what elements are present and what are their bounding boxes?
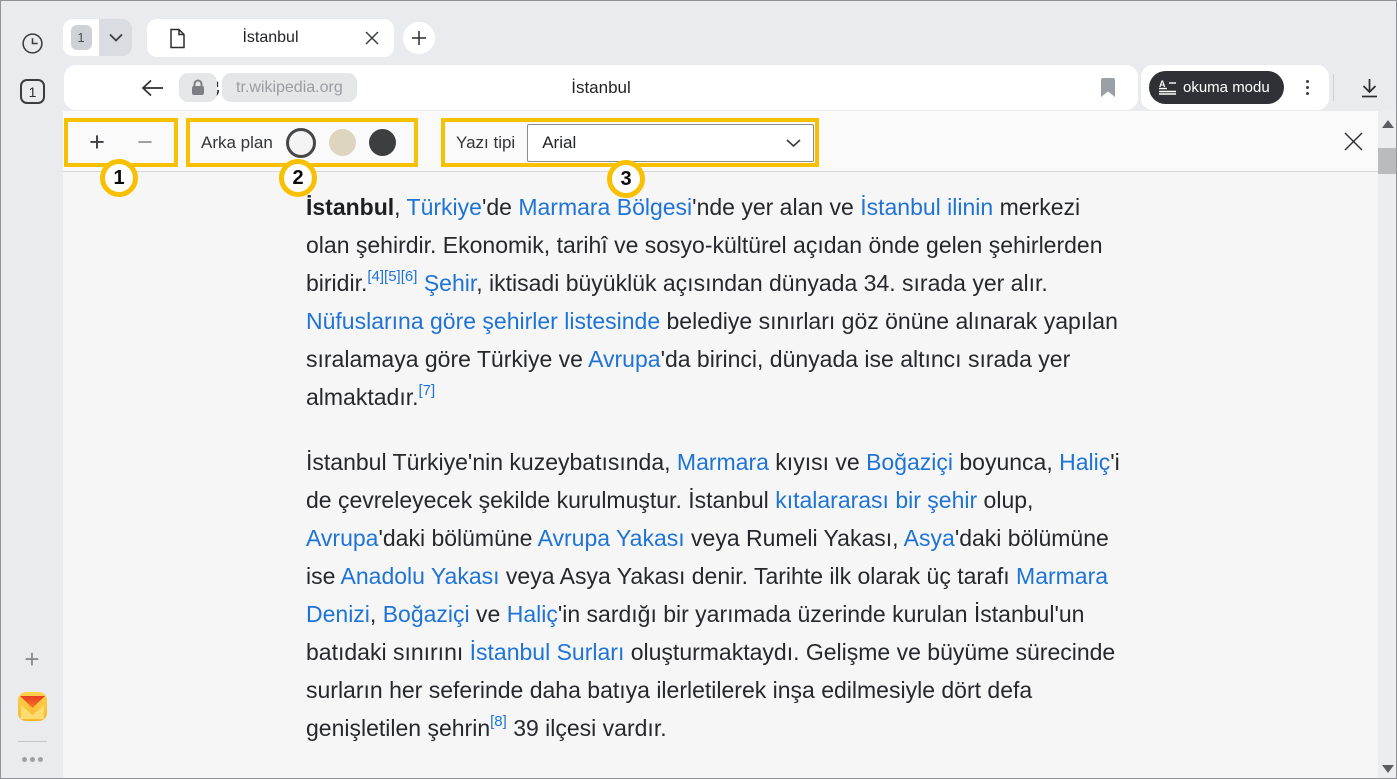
article-link[interactable]: Avrupa bbox=[588, 346, 660, 372]
article-link[interactable]: Boğaziçi bbox=[383, 601, 470, 627]
zoom-out-button[interactable]: − bbox=[120, 122, 170, 163]
bookmark-icon[interactable] bbox=[1096, 76, 1120, 100]
article-paragraph: İstanbul, Türkiye'de Marmara Bölgesi'nde… bbox=[306, 188, 1126, 416]
scroll-up-arrow-icon[interactable] bbox=[1382, 120, 1394, 128]
article-link[interactable]: Avrupa bbox=[306, 525, 378, 551]
font-family-select[interactable]: Arial bbox=[527, 124, 814, 162]
history-clock-icon[interactable] bbox=[19, 30, 45, 56]
article-text: İstanbul, Türkiye'de Marmara Bölgesi'nde… bbox=[306, 188, 1126, 747]
new-tab-button[interactable] bbox=[403, 22, 435, 54]
back-icon[interactable] bbox=[140, 75, 166, 101]
article-link[interactable]: Asya bbox=[904, 525, 955, 551]
more-options-kebab-icon[interactable] bbox=[1297, 74, 1317, 101]
reference-link[interactable]: [6] bbox=[401, 268, 418, 285]
article-paragraph: İstanbul Türkiye'nin kuzeybatısında, Mar… bbox=[306, 443, 1126, 747]
background-sepia-option[interactable] bbox=[329, 129, 356, 156]
domain-pill[interactable]: tr.wikipedia.org bbox=[222, 73, 357, 102]
svg-text:A: A bbox=[1159, 80, 1166, 89]
scrollbar-thumb[interactable] bbox=[1378, 148, 1397, 174]
reader-mode-container: A okuma modu bbox=[1141, 65, 1329, 110]
article-link[interactable]: Haliç bbox=[507, 601, 558, 627]
background-light-option[interactable] bbox=[286, 128, 316, 158]
browser-tab[interactable]: İstanbul bbox=[147, 19, 394, 57]
left-sidebar: 1 + bbox=[1, 1, 63, 779]
annotation-number-2: 2 bbox=[279, 159, 317, 197]
scroll-down-arrow-icon[interactable] bbox=[1382, 765, 1394, 773]
article-link[interactable]: İstanbul ilinin bbox=[860, 194, 993, 220]
vertical-scrollbar[interactable] bbox=[1378, 111, 1397, 779]
yandex-mail-icon[interactable] bbox=[17, 691, 48, 722]
tab-close-icon[interactable] bbox=[360, 26, 384, 50]
article-link[interactable]: Marmara bbox=[677, 449, 769, 475]
reference-link[interactable]: [8] bbox=[490, 713, 507, 730]
downloads-icon[interactable] bbox=[1356, 75, 1382, 101]
font-family-value: Arial bbox=[542, 133, 576, 153]
article-link[interactable]: Haliç bbox=[1059, 449, 1110, 475]
tab-group-count-badge: 1 bbox=[71, 25, 92, 50]
sidebar-tab-counter[interactable]: 1 bbox=[20, 79, 45, 104]
reference-link[interactable]: [4] bbox=[367, 268, 384, 285]
font-type-label: Yazı tipi bbox=[456, 133, 515, 153]
reader-content: İstanbul, Türkiye'de Marmara Bölgesi'nde… bbox=[63, 172, 1397, 779]
tab-group-control[interactable]: 1 bbox=[63, 19, 132, 56]
article-link[interactable]: Anadolu Yakası bbox=[341, 563, 500, 589]
article-link[interactable]: Avrupa Yakası bbox=[538, 525, 685, 551]
site-security-lock-icon[interactable] bbox=[179, 73, 217, 102]
reference-link[interactable]: [5] bbox=[384, 268, 401, 285]
article-link[interactable]: Boğaziçi bbox=[866, 449, 953, 475]
plus-icon bbox=[411, 30, 427, 46]
reader-mode-button[interactable]: A okuma modu bbox=[1149, 71, 1284, 104]
background-label: Arka plan bbox=[201, 133, 273, 153]
browser-window: 1 + 1 bbox=[0, 0, 1397, 779]
page-doc-icon bbox=[169, 28, 186, 49]
annotation-number-3: 3 bbox=[607, 160, 645, 198]
article-link[interactable]: Nüfuslarına göre şehirler listesinde bbox=[306, 308, 660, 334]
chevron-down-icon bbox=[786, 138, 801, 148]
tab-group-button[interactable]: 1 bbox=[63, 19, 99, 56]
sidebar-divider bbox=[18, 741, 47, 742]
reader-toolbar-close-button[interactable] bbox=[1331, 119, 1375, 163]
reference-link[interactable]: [7] bbox=[419, 382, 436, 399]
zoom-in-button[interactable]: + bbox=[72, 122, 122, 163]
reader-toolbar: + − Arka plan Yazı tipi Arial bbox=[63, 111, 1397, 172]
article-link[interactable]: Marmara Bölgesi bbox=[518, 194, 692, 220]
close-icon bbox=[1344, 132, 1363, 151]
background-dark-option[interactable] bbox=[369, 129, 396, 156]
background-color-options bbox=[286, 128, 396, 158]
reading-mode-icon: A bbox=[1159, 80, 1176, 95]
reader-mode-label: okuma modu bbox=[1183, 79, 1270, 96]
chevron-down-icon bbox=[109, 33, 123, 42]
toolbar-separator bbox=[1333, 74, 1334, 101]
article-link[interactable]: Şehir bbox=[424, 270, 476, 296]
address-bar[interactable]: İstanbul tr.wikipedia.org bbox=[64, 65, 1138, 110]
tab-group-chevron-button[interactable] bbox=[99, 19, 132, 56]
article-link[interactable]: İstanbul Surları bbox=[470, 639, 625, 665]
article-link[interactable]: kıtalararası bir şehir bbox=[775, 487, 977, 513]
sidebar-add-icon[interactable]: + bbox=[18, 645, 46, 673]
annotation-number-1: 1 bbox=[100, 159, 138, 197]
sidebar-more-icon[interactable] bbox=[18, 751, 46, 767]
article-link[interactable]: Türkiye bbox=[407, 194, 482, 220]
